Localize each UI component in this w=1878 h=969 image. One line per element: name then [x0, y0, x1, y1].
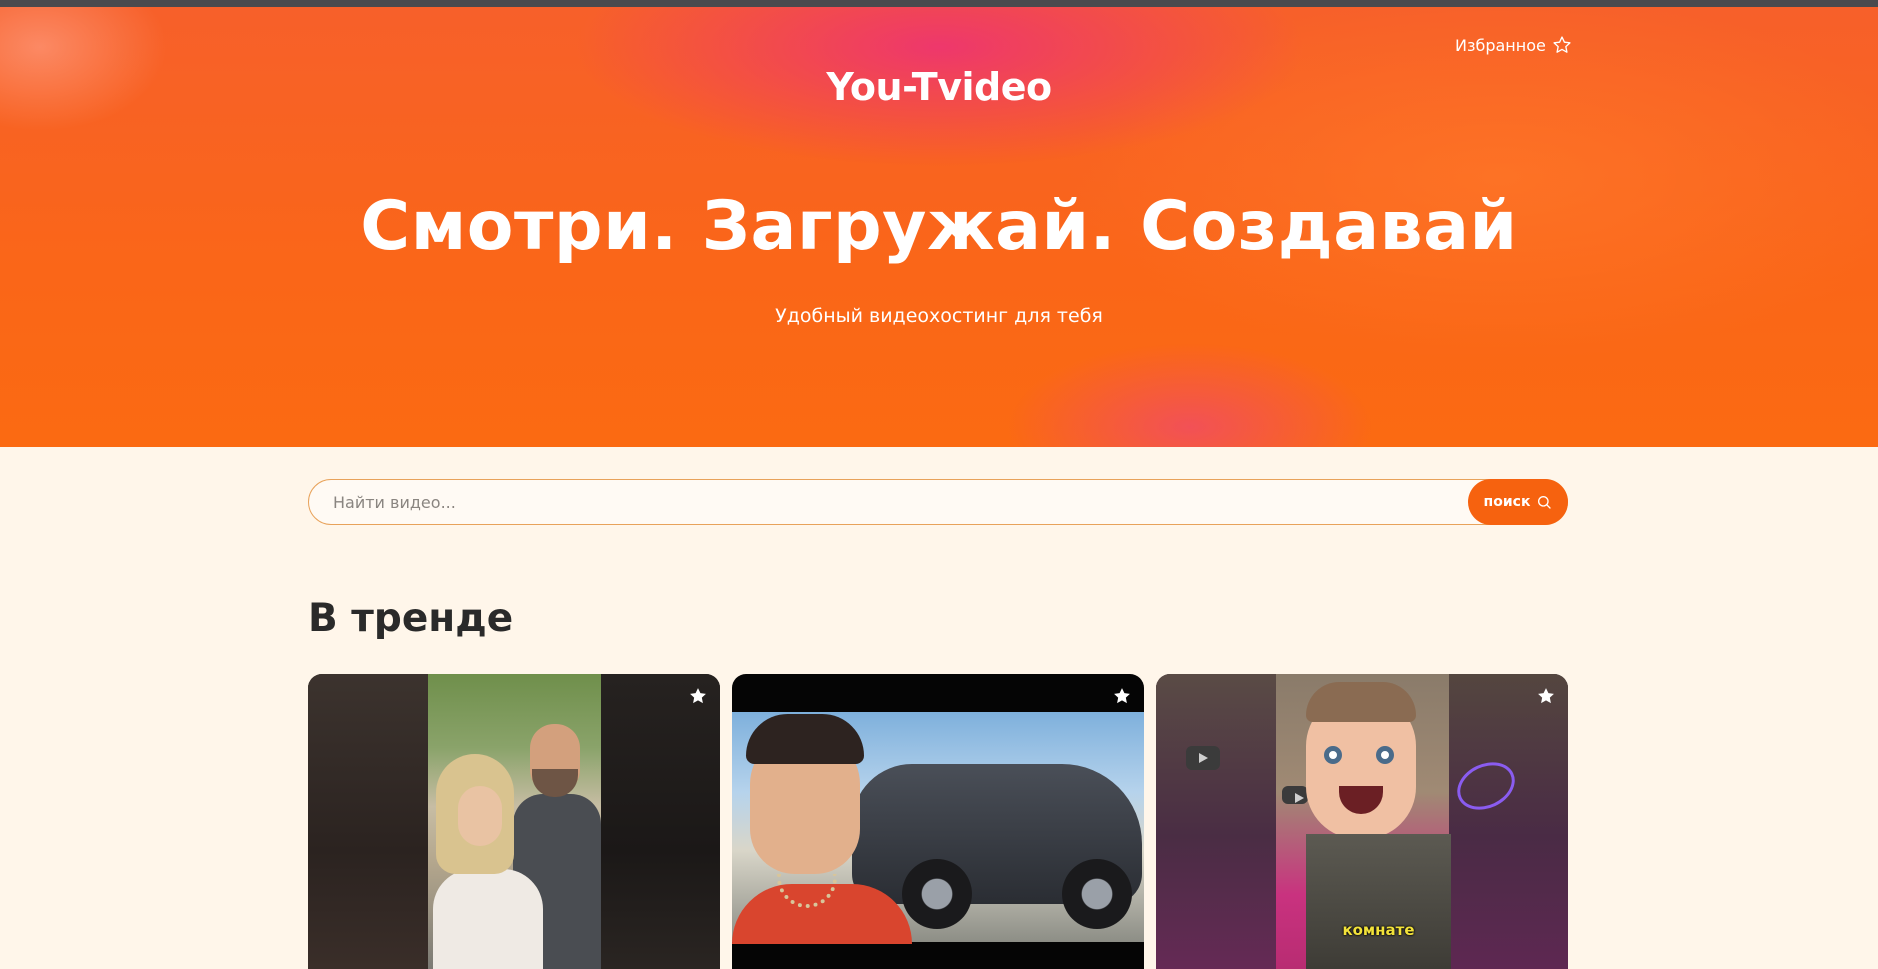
video-thumbnail[interactable] [308, 674, 720, 969]
search-button-label: поиск [1483, 494, 1531, 510]
favorites-label: Избранное [1455, 35, 1546, 55]
add-to-favorites-button[interactable] [1536, 686, 1556, 706]
video-card[interactable] [308, 674, 720, 969]
video-thumbnail[interactable]: комнате [1156, 674, 1568, 969]
video-card[interactable]: комнате [1156, 674, 1568, 969]
youtube-logo-icon [1282, 786, 1308, 804]
hero-headline: Смотри. Загружай. Создавай [360, 187, 1518, 266]
search-button[interactable]: поиск [1468, 479, 1568, 525]
browser-top-strip [0, 0, 1878, 7]
video-card[interactable] [732, 674, 1144, 969]
star-icon [1538, 688, 1554, 704]
search-input[interactable] [309, 480, 1567, 524]
site-logo[interactable]: You-Tvideo [0, 65, 1878, 109]
search-icon [1538, 496, 1552, 509]
hero-tagline: Удобный видеохостинг для тебя [775, 305, 1103, 327]
star-icon [1114, 688, 1130, 704]
search-bar: поиск [308, 479, 1568, 525]
favorites-link[interactable]: Избранное [1455, 35, 1572, 55]
video-thumbnail[interactable] [732, 674, 1144, 969]
trending-title: В тренде [308, 596, 514, 641]
video-caption: комнате [1342, 921, 1415, 939]
add-to-favorites-button[interactable] [688, 686, 708, 706]
logo-text: You-Tvideo [826, 65, 1052, 109]
add-to-favorites-button[interactable] [1112, 686, 1132, 706]
youtube-logo-icon [1186, 746, 1220, 770]
hero-banner: Избранное You-Tvideo Смотри. Загружай. С… [0, 7, 1878, 447]
star-outline-icon [1553, 36, 1571, 53]
star-icon [690, 688, 706, 704]
